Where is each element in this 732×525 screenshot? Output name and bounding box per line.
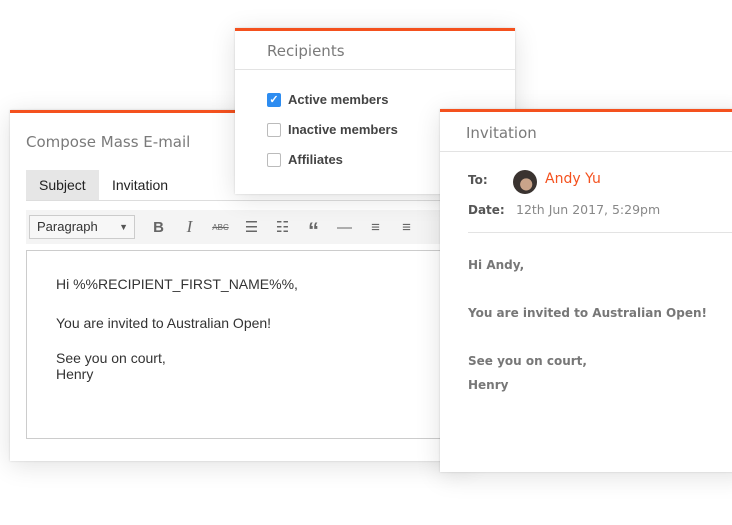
format-select[interactable]: Paragraph ▼	[29, 215, 135, 239]
editor-toolbar: Paragraph ▼ B I ABC ☰ ☷ “ — ≡ ≡	[26, 210, 456, 244]
email-body-editor[interactable]: Hi %%RECIPIENT_FIRST_NAME%%, You are inv…	[26, 250, 456, 439]
align-center-icon[interactable]: ≡	[391, 219, 422, 236]
body-line: See you on court,	[468, 354, 587, 368]
recipients-title: Recipients	[267, 42, 345, 60]
bullet-list-icon[interactable]: ☰	[236, 218, 267, 236]
checkbox-box	[267, 152, 281, 167]
avatar	[513, 170, 537, 194]
checkbox-box	[267, 122, 281, 137]
check-icon: ✓	[267, 92, 281, 107]
checkbox-label: Inactive members	[288, 122, 398, 137]
horizontal-rule-icon[interactable]: —	[329, 219, 360, 236]
checkbox-label: Active members	[288, 92, 389, 107]
align-left-icon[interactable]: ≡	[360, 219, 391, 236]
italic-icon[interactable]: I	[174, 217, 205, 237]
body-line: You are invited to Australian Open!	[56, 315, 272, 331]
date-label: Date:	[468, 203, 505, 217]
recipient-name[interactable]: Andy Yu	[545, 171, 601, 187]
invitation-preview-panel: Invitation To: Andy Yu Date: 12th Jun 20…	[440, 109, 732, 472]
checkbox-active-members[interactable]: ✓ Active members	[267, 92, 388, 107]
checkbox-label: Affiliates	[288, 152, 343, 167]
chevron-down-icon: ▼	[119, 222, 128, 232]
date-value: 12th Jun 2017, 5:29pm	[516, 202, 661, 217]
body-line: Hi %%RECIPIENT_FIRST_NAME%%,	[56, 276, 298, 292]
body-line: Hi Andy,	[468, 258, 525, 272]
invitation-title: Invitation	[466, 124, 537, 142]
to-label: To:	[468, 173, 488, 187]
checkbox-affiliates[interactable]: Affiliates	[267, 152, 343, 167]
numbered-list-icon[interactable]: ☷	[267, 218, 298, 236]
body-line: Henry	[56, 366, 94, 382]
bold-icon[interactable]: B	[143, 219, 174, 236]
body-line: See you on court,	[56, 350, 166, 366]
blockquote-icon[interactable]: “	[298, 216, 329, 242]
strikethrough-icon[interactable]: ABC	[205, 223, 236, 232]
format-value: Paragraph	[37, 219, 98, 234]
body-line: Henry	[468, 378, 509, 392]
subject-label: Subject	[26, 170, 99, 200]
compose-title: Compose Mass E-mail	[26, 133, 191, 151]
checkbox-inactive-members[interactable]: Inactive members	[267, 122, 398, 137]
body-line: You are invited to Australian Open!	[468, 306, 707, 320]
